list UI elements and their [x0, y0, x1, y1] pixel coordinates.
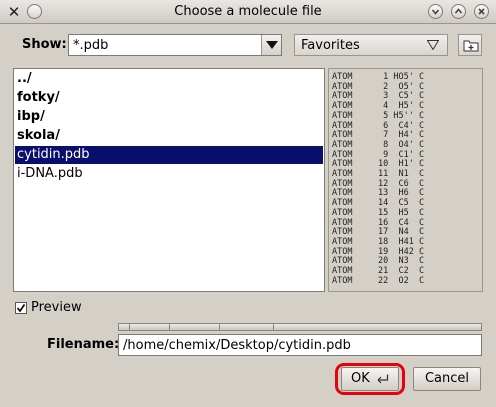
ok-button-label: OK — [351, 371, 370, 386]
file-item[interactable]: i-DNA.pdb — [15, 165, 323, 183]
preview-checkbox[interactable] — [15, 302, 27, 314]
filter-value: *.pdb — [73, 38, 109, 53]
chevron-down-icon — [266, 41, 278, 49]
window-title: Choose a molecule file — [174, 4, 322, 19]
folder-item[interactable]: fotky/ — [15, 89, 323, 107]
favorites-label: Favorites — [301, 38, 360, 53]
history-segment[interactable] — [219, 324, 274, 330]
preview-label: Preview — [31, 300, 82, 315]
filter-combo[interactable]: *.pdb — [68, 34, 282, 56]
maximize-icon[interactable] — [451, 4, 466, 19]
new-folder-button[interactable] — [458, 34, 482, 56]
help-icon[interactable] — [428, 4, 443, 19]
preview-line: ATOM 22 O2 C — [332, 275, 425, 286]
folder-item[interactable]: ibp/ — [15, 108, 323, 126]
title-bar: ✕ Choose a molecule file — [0, 0, 496, 24]
enter-key-icon — [377, 374, 389, 384]
filename-input[interactable] — [118, 334, 482, 356]
file-item[interactable]: cytidin.pdb — [15, 146, 323, 164]
favorites-combo[interactable]: Favorites — [294, 34, 448, 56]
show-label: Show: — [22, 37, 67, 52]
preview-pane: ATOM 1 HO5' C ATOM 2 O5' C ATOM 3 C5' C ATO… — [328, 68, 483, 292]
ok-button[interactable]: OK — [341, 367, 399, 391]
folder-item[interactable]: ../ — [15, 70, 323, 88]
file-list[interactable]: ../fotky/ibp/skola/cytidin.pdb i-DNA.pdb — [13, 68, 325, 292]
new-folder-icon — [463, 40, 479, 52]
filter-dropdown-button[interactable] — [261, 35, 281, 55]
cancel-button[interactable]: Cancel — [413, 367, 481, 391]
close-icon[interactable] — [474, 4, 489, 19]
history-segment[interactable] — [129, 324, 170, 330]
triangle-down-icon — [427, 40, 439, 50]
history-segment[interactable] — [169, 324, 220, 330]
filename-label: Filename: — [47, 337, 120, 352]
checkmark-icon — [16, 304, 26, 313]
folder-item[interactable]: skola/ — [15, 127, 323, 145]
path-history-bar[interactable] — [118, 323, 482, 331]
